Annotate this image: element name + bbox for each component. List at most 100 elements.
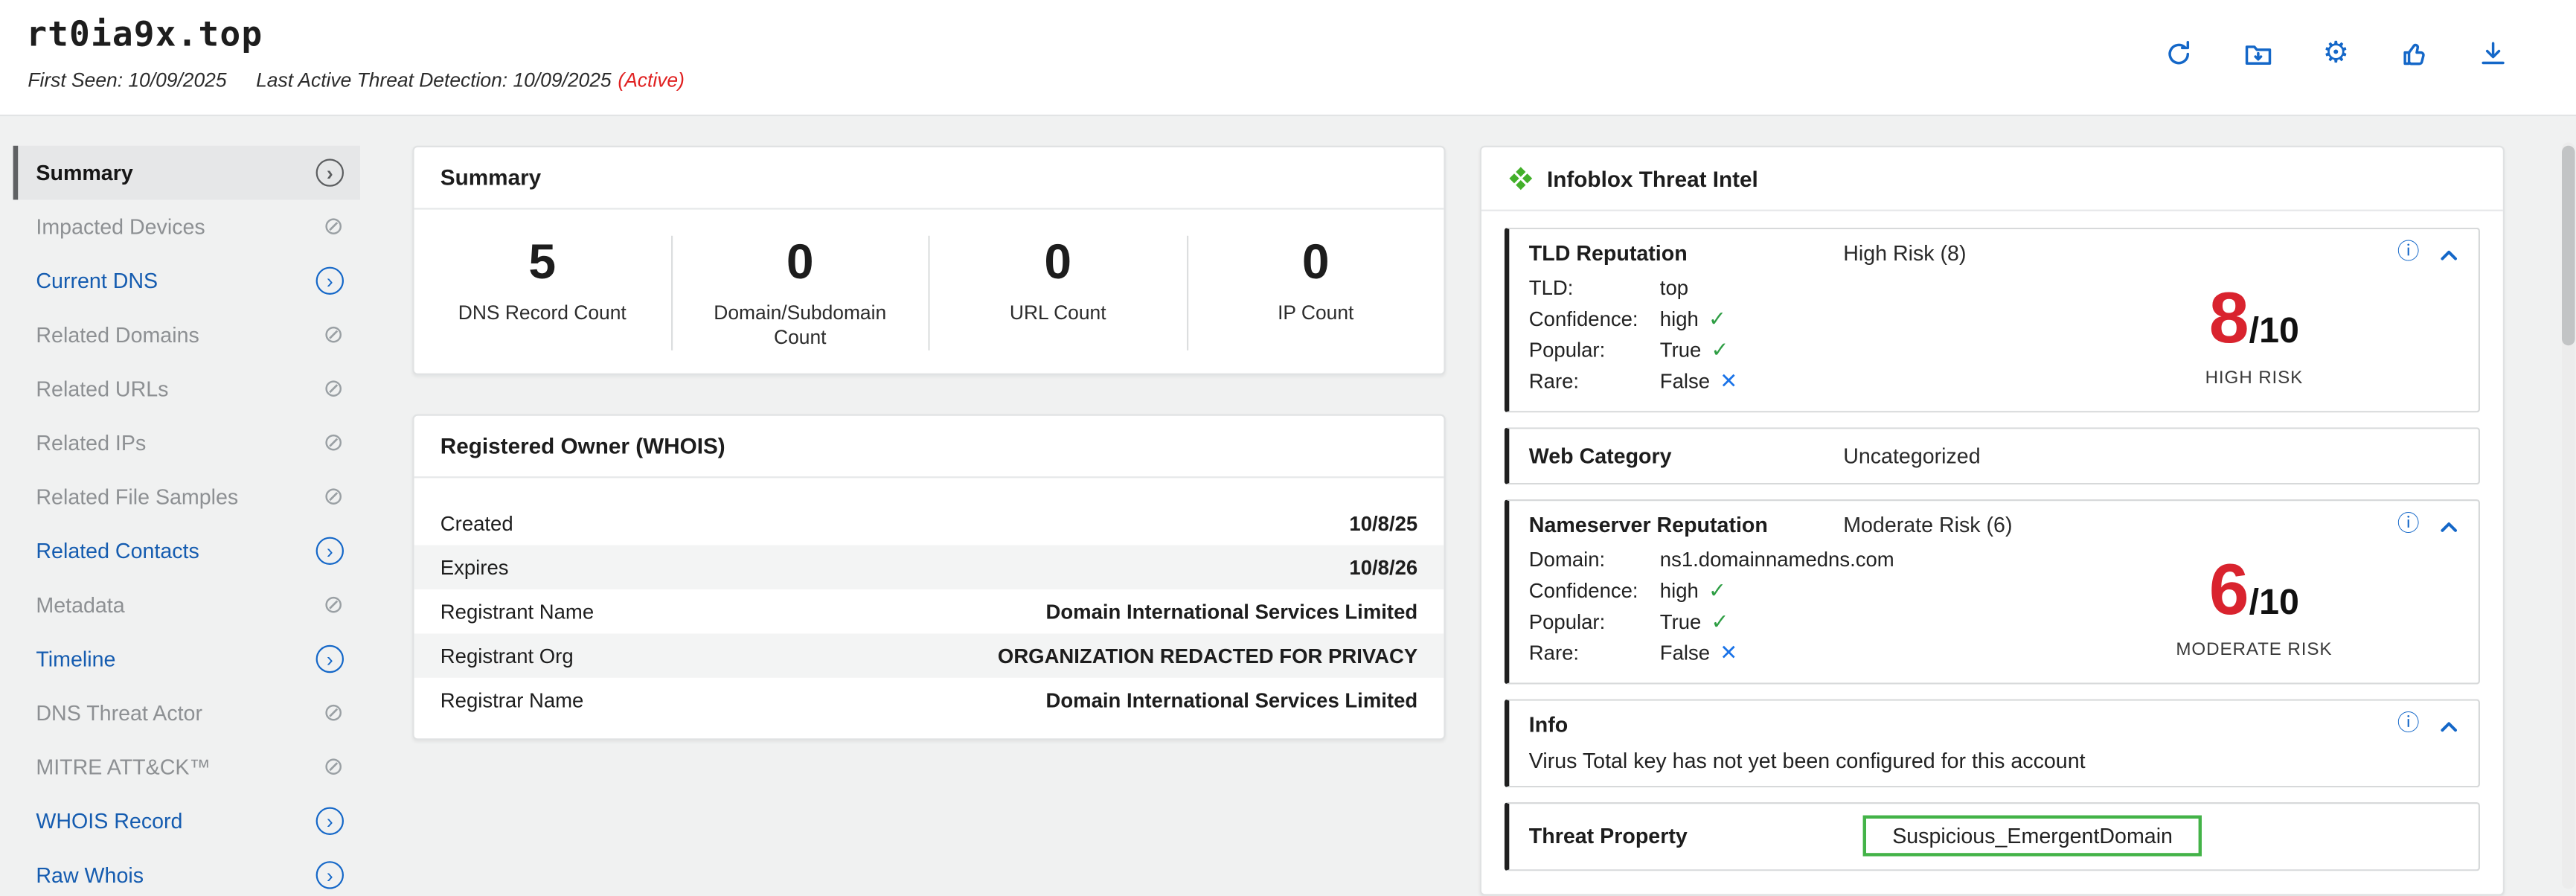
sidebar-item-related-ips[interactable]: Related IPs ⊘ (13, 416, 360, 470)
field-tld: TLD: top (1529, 273, 2050, 304)
sidebar-item-related-file-samples[interactable]: Related File Samples ⊘ (13, 470, 360, 524)
whois-card-title: Registered Owner (WHOIS) (414, 416, 1444, 479)
whois-row-registrar-name: Registrar Name Domain International Serv… (414, 678, 1444, 722)
top-header: rt0ia9x.top First Seen: 10/09/2025 Last A… (0, 0, 2576, 116)
domain-meta: First Seen: 10/09/2025 Last Active Threat… (28, 68, 684, 92)
nameserver-risk-label: Moderate Risk (6) (1843, 513, 2397, 537)
field-domain: Domain: ns1.domainnamedns.com (1529, 545, 2050, 577)
chevron-circle-icon: › (316, 267, 344, 295)
x-icon: ✕ (1720, 639, 1737, 670)
chevron-up-icon[interactable] (2439, 515, 2458, 534)
threat-intel-title: Infoblox Threat Intel (1547, 166, 1758, 191)
field-confidence: Confidence: high ✓ (1529, 304, 2050, 336)
threat-intel-card: Infoblox Threat Intel TLD Reputation Hig… (1480, 146, 2505, 896)
web-category-section: Web Category Uncategorized (1505, 427, 2480, 484)
whois-card: Registered Owner (WHOIS) Created 10/8/25… (412, 415, 1445, 740)
prohibited-icon: ⊘ (323, 377, 344, 401)
prohibited-icon: ⊘ (323, 322, 344, 347)
field-rare: Rare: False ✕ (1529, 639, 2050, 670)
threat-property-title: Threat Property (1529, 824, 1843, 848)
summary-stats: 5 DNS Record Count 0 Domain/Subdomain Co… (414, 210, 1444, 374)
field-rare: Rare: False ✕ (1529, 367, 2050, 398)
tld-fields: TLD: top Confidence: high ✓ Popular: (1529, 273, 2050, 397)
page-title: rt0ia9x.top (26, 15, 263, 54)
whois-row-registrant-name: Registrant Name Domain International Ser… (414, 589, 1444, 633)
chevron-up-icon[interactable] (2439, 714, 2458, 734)
threat-intel-title-row: Infoblox Threat Intel (1481, 147, 2503, 211)
prohibited-icon: ⊘ (323, 592, 344, 617)
web-category-value: Uncategorized (1843, 443, 1980, 467)
tld-reputation-section: TLD Reputation High Risk (8) ⓘ (1505, 228, 2480, 413)
nameserver-risk-caption: MODERATE RISK (2176, 640, 2332, 659)
field-popular: Popular: True ✓ (1529, 607, 2050, 639)
download-icon[interactable] (2475, 36, 2511, 71)
check-icon: ✓ (1711, 336, 1729, 367)
settings-gear-icon[interactable]: ⚙ (2318, 36, 2354, 71)
info-icon[interactable]: ⓘ (2397, 242, 2420, 264)
screenshot-stage: rt0ia9x.top First Seen: 10/09/2025 Last A… (0, 0, 2576, 896)
sidebar-item-impacted-devices[interactable]: Impacted Devices ⊘ (13, 199, 360, 254)
x-icon: ✕ (1720, 367, 1737, 398)
dossier-app: rt0ia9x.top First Seen: 10/09/2025 Last A… (0, 0, 2576, 896)
header-actions: ⚙ (2161, 36, 2511, 71)
summary-card-title: Summary (414, 147, 1444, 210)
sidebar-item-summary[interactable]: Summary › (13, 146, 360, 200)
nameserver-score: 6 /10 MODERATE RISK (2049, 545, 2458, 670)
chevron-circle-icon: › (316, 537, 344, 565)
chevron-circle-icon: › (316, 807, 344, 835)
whois-row-created: Created 10/8/25 (414, 501, 1444, 545)
threat-property-section: Threat Property Suspicious_EmergentDomai… (1505, 802, 2480, 871)
sidebar-item-whois-record[interactable]: WHOIS Record › (13, 794, 360, 848)
last-active-text: Last Active Threat Detection: 10/09/2025 (256, 68, 611, 92)
check-icon: ✓ (1708, 304, 1726, 336)
stat-url-count: 0 URL Count (930, 236, 1188, 351)
whois-table: Created 10/8/25 Expires 10/8/26 Registra… (414, 478, 1444, 738)
infoblox-logo-icon (1508, 165, 1534, 191)
page-body: Summary › Impacted Devices ⊘ Current DNS… (0, 116, 2576, 896)
sidebar-item-metadata[interactable]: Metadata ⊘ (13, 578, 360, 633)
main-column: Summary 5 DNS Record Count 0 Domain/Subd… (412, 146, 1445, 740)
threat-intel-column: Infoblox Threat Intel TLD Reputation Hig… (1480, 146, 2505, 896)
nameserver-reputation-title: Nameserver Reputation (1529, 513, 1843, 537)
scrollbar-thumb[interactable] (2562, 146, 2575, 345)
field-confidence: Confidence: high ✓ (1529, 576, 2050, 607)
sidebar-item-mitre-attack[interactable]: MITRE ATT&CK™ ⊘ (13, 740, 360, 794)
tld-risk-label: High Risk (8) (1843, 240, 2397, 265)
web-category-title: Web Category (1529, 443, 1843, 467)
field-popular: Popular: True ✓ (1529, 336, 2050, 367)
sidebar-item-dns-threat-actor[interactable]: DNS Threat Actor ⊘ (13, 686, 360, 740)
refresh-icon[interactable] (2161, 36, 2197, 71)
sidebar-item-related-contacts[interactable]: Related Contacts › (13, 524, 360, 578)
sidebar-item-timeline[interactable]: Timeline › (13, 632, 360, 686)
first-seen-text: First Seen: 10/09/2025 (28, 68, 226, 92)
nameserver-fields: Domain: ns1.domainnamedns.com Confidence… (1529, 545, 2050, 670)
info-section: Info ⓘ Virus Total key has not yet been … (1505, 699, 2480, 787)
active-badge: (Active) (618, 68, 684, 92)
tld-risk-caption: HIGH RISK (2205, 368, 2304, 388)
info-section-title: Info (1529, 712, 1843, 737)
tld-score: 8 /10 HIGH RISK (2049, 273, 2458, 397)
sidebar-nav: Summary › Impacted Devices ⊘ Current DNS… (13, 146, 360, 896)
prohibited-icon: ⊘ (323, 755, 344, 779)
info-icon[interactable]: ⓘ (2397, 513, 2420, 536)
stat-domain-subdomain-count: 0 Domain/Subdomain Count (672, 236, 929, 351)
info-icon[interactable]: ⓘ (2397, 714, 2420, 736)
virustotal-message: Virus Total key has not yet been configu… (1529, 748, 2459, 772)
prohibited-icon: ⊘ (323, 431, 344, 455)
check-icon: ✓ (1708, 576, 1726, 607)
sidebar-item-related-domains[interactable]: Related Domains ⊘ (13, 308, 360, 362)
whois-row-registrant-org: Registrant Org ORGANIZATION REDACTED FOR… (414, 633, 1444, 677)
report-folder-icon[interactable] (2240, 36, 2275, 71)
chevron-up-icon[interactable] (2439, 243, 2458, 263)
sidebar-item-current-dns[interactable]: Current DNS › (13, 254, 360, 308)
threat-intel-body: TLD Reputation High Risk (8) ⓘ (1481, 211, 2503, 894)
chevron-circle-icon: › (316, 159, 344, 186)
tld-reputation-title: TLD Reputation (1529, 240, 1843, 265)
whois-row-expires: Expires 10/8/26 (414, 545, 1444, 589)
summary-card: Summary 5 DNS Record Count 0 Domain/Subd… (412, 146, 1445, 375)
sidebar-item-related-urls[interactable]: Related URLs ⊘ (13, 362, 360, 416)
prohibited-icon: ⊘ (323, 214, 344, 239)
threat-property-value: Suspicious_EmergentDomain (1863, 816, 2202, 857)
thumbs-up-icon[interactable] (2397, 36, 2432, 71)
sidebar-item-raw-whois[interactable]: Raw Whois › (13, 848, 360, 896)
